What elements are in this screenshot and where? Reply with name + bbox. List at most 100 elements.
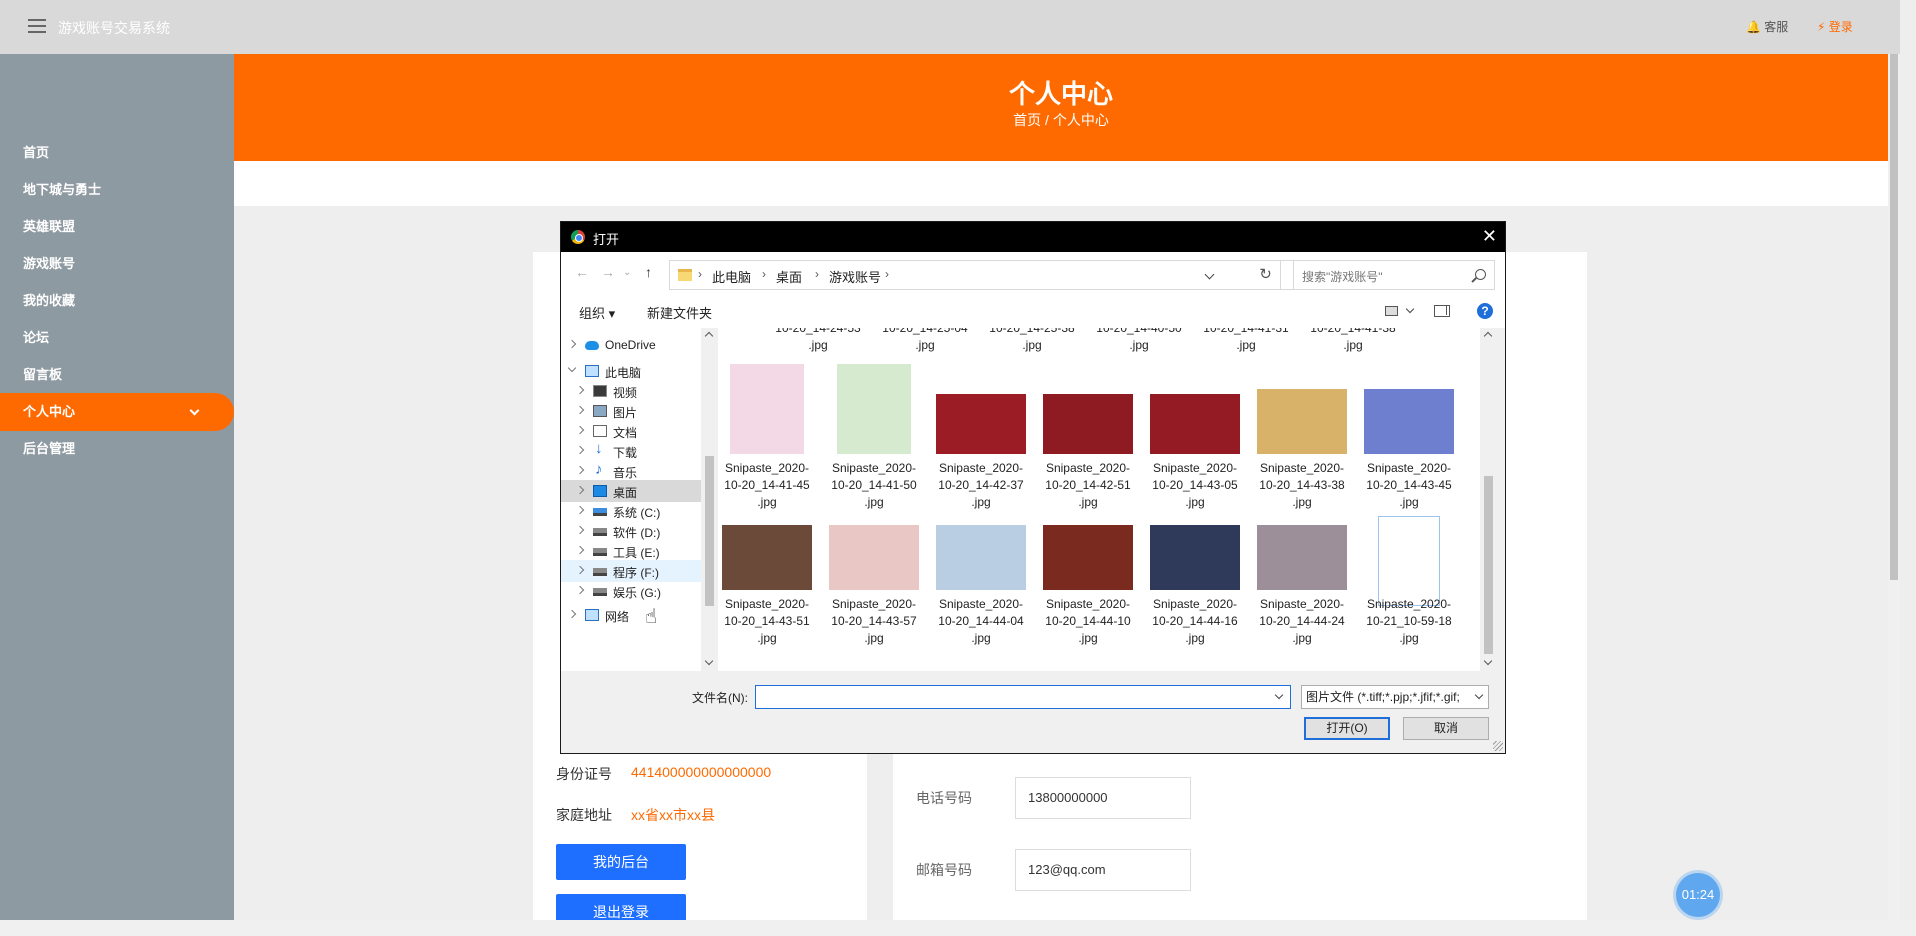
hamburger-menu-icon[interactable]: [28, 19, 46, 33]
chevron-down-icon[interactable]: [1204, 269, 1215, 280]
address-bar[interactable]: › 此电脑 › 桌面 › 游戏账号 ›: [669, 260, 1311, 290]
image-thumbnail: [1257, 525, 1347, 590]
tree-scrollbar-thumb[interactable]: [705, 456, 714, 606]
breadcrumb-game-accounts[interactable]: 游戏账号: [829, 267, 881, 286]
my-backend-button[interactable]: 我的后台: [556, 844, 686, 880]
address-value: xx省xx市xx县: [631, 807, 715, 823]
expand-icon[interactable]: [575, 485, 585, 495]
file-grid-scrollbar-thumb[interactable]: [1484, 476, 1493, 654]
tree-item-music[interactable]: 音乐: [561, 460, 701, 482]
new-folder-button[interactable]: 新建文件夹: [647, 303, 712, 322]
dialog-titlebar[interactable]: 打开 ✕: [561, 222, 1505, 252]
up-arrow-icon[interactable]: ↑: [645, 264, 652, 280]
chevron-down-icon[interactable]: [1274, 690, 1284, 700]
file-grid-scrollbar[interactable]: [1480, 328, 1497, 671]
back-arrow-icon[interactable]: ←: [575, 264, 589, 280]
tree-item-label: 视频: [613, 386, 638, 400]
id-value: 441400000000000000: [631, 764, 772, 780]
tree-item-drive-d[interactable]: 软件 (D:): [561, 520, 701, 542]
tree-item-downloads[interactable]: 下载: [561, 440, 701, 462]
view-icon[interactable]: [1385, 306, 1398, 316]
file-name-line2: 10-20_14-43-45: [1366, 478, 1452, 492]
sidebar-item-admin[interactable]: 后台管理: [0, 430, 234, 468]
collapse-icon[interactable]: [567, 363, 577, 373]
search-input[interactable]: 搜索"游戏账号": [1293, 260, 1495, 290]
expand-icon[interactable]: [575, 385, 585, 395]
tree-item-label: 音乐: [613, 466, 638, 480]
login-link[interactable]: ⚡ 登录: [1817, 18, 1853, 35]
tree-item-drive-g[interactable]: 娱乐 (G:): [561, 580, 701, 602]
organize-button[interactable]: 组织 ▾: [579, 303, 615, 322]
page-scrollbar[interactable]: [1888, 54, 1900, 920]
tree-item-label: 桌面: [613, 486, 638, 500]
filename-input[interactable]: [755, 685, 1291, 709]
tree-item-videos[interactable]: 视频: [561, 380, 701, 402]
sidebar-item-label: 个人中心: [23, 404, 76, 419]
expand-icon[interactable]: [575, 585, 585, 595]
sidebar-item-lol[interactable]: 英雄联盟: [0, 208, 234, 246]
expand-icon[interactable]: [575, 425, 585, 435]
sidebar-item-favorites[interactable]: 我的收藏: [0, 282, 234, 320]
expand-icon[interactable]: [567, 609, 577, 619]
computer-icon: [585, 365, 599, 377]
tree-item-label: 此电脑: [605, 366, 642, 380]
tree-item-drive-e[interactable]: 工具 (E:): [561, 540, 701, 562]
open-button[interactable]: 打开(O): [1304, 717, 1390, 740]
tree-item-network[interactable]: 网络: [561, 604, 701, 626]
phone-label: 电话号码: [916, 790, 972, 806]
sidebar-item-forum[interactable]: 论坛: [0, 319, 234, 357]
file-name-line1: Snipaste_2020-: [724, 461, 810, 475]
sidebar-item-personal-center[interactable]: 个人中心: [0, 393, 234, 431]
tree-item-onedrive[interactable]: OneDrive: [561, 334, 701, 356]
expand-icon[interactable]: [575, 565, 585, 575]
recent-dropdown-icon[interactable]: ⌄: [623, 267, 631, 278]
expand-icon[interactable]: [575, 405, 585, 415]
sidebar-item-message-board[interactable]: 留言板: [0, 356, 234, 394]
scroll-up-icon[interactable]: [704, 331, 714, 341]
file-name: 10-20_14-25-38 .jpg: [989, 328, 1075, 352]
sidebar-item-dnf[interactable]: 地下城与勇士: [0, 171, 234, 209]
expand-icon[interactable]: [575, 465, 585, 475]
tree-item-pictures[interactable]: 图片: [561, 400, 701, 422]
tree-item-drive-c[interactable]: 系统 (C:): [561, 500, 701, 522]
file-name-line1: Snipaste_2020-: [1366, 461, 1452, 475]
sidebar-item-game-accounts[interactable]: 游戏账号: [0, 245, 234, 283]
breadcrumb-this-pc[interactable]: 此电脑: [712, 267, 751, 286]
file-name-line3: .jpg: [864, 631, 884, 645]
page-scrollbar-thumb[interactable]: [1890, 54, 1898, 580]
filetype-select[interactable]: 图片文件 (*.tiff;*.pjp;*.jfif;*.gif;: [1301, 685, 1489, 709]
sidebar-item-home[interactable]: 首页: [0, 134, 234, 172]
tree-item-drive-f[interactable]: 程序 (F:): [561, 560, 701, 582]
cancel-button[interactable]: 取消: [1403, 717, 1489, 740]
phone-input[interactable]: 13800000000: [1015, 777, 1191, 819]
expand-icon[interactable]: [575, 445, 585, 455]
refresh-button[interactable]: ↻: [1251, 260, 1281, 290]
scroll-up-icon[interactable]: [1483, 331, 1493, 341]
breadcrumb-separator: ›: [815, 267, 819, 281]
expand-icon[interactable]: [575, 505, 585, 515]
file-name-line3: .jpg: [971, 631, 991, 645]
close-icon[interactable]: ✕: [1482, 226, 1497, 247]
search-icon[interactable]: [1475, 269, 1486, 280]
scroll-down-icon[interactable]: [704, 656, 714, 666]
file-name: 10-20_14-41-38 .jpg: [1310, 328, 1396, 352]
breadcrumb-desktop[interactable]: 桌面: [776, 267, 802, 286]
page-horizontal-scrollbar[interactable]: [0, 920, 1916, 936]
scroll-down-icon[interactable]: [1483, 656, 1493, 666]
tree-item-documents[interactable]: 文档: [561, 420, 701, 442]
service-link[interactable]: 🔔 客服: [1746, 18, 1788, 35]
preview-pane-icon[interactable]: [1434, 305, 1450, 317]
expand-icon[interactable]: [575, 525, 585, 535]
file-name-line3: .jpg: [1185, 631, 1205, 645]
expand-icon[interactable]: [575, 545, 585, 555]
tree-item-desktop[interactable]: 桌面: [561, 480, 701, 502]
tree-item-label: 系统 (C:): [613, 506, 661, 520]
help-icon[interactable]: ?: [1477, 303, 1493, 319]
resize-grip-icon[interactable]: [1493, 741, 1503, 751]
forward-arrow-icon[interactable]: →: [601, 264, 615, 280]
tree-item-this-pc[interactable]: 此电脑: [561, 360, 701, 382]
email-input[interactable]: 123@qq.com: [1015, 849, 1191, 891]
chevron-down-icon[interactable]: [1405, 304, 1415, 314]
expand-icon[interactable]: [567, 339, 577, 349]
tree-scrollbar[interactable]: [701, 328, 718, 671]
